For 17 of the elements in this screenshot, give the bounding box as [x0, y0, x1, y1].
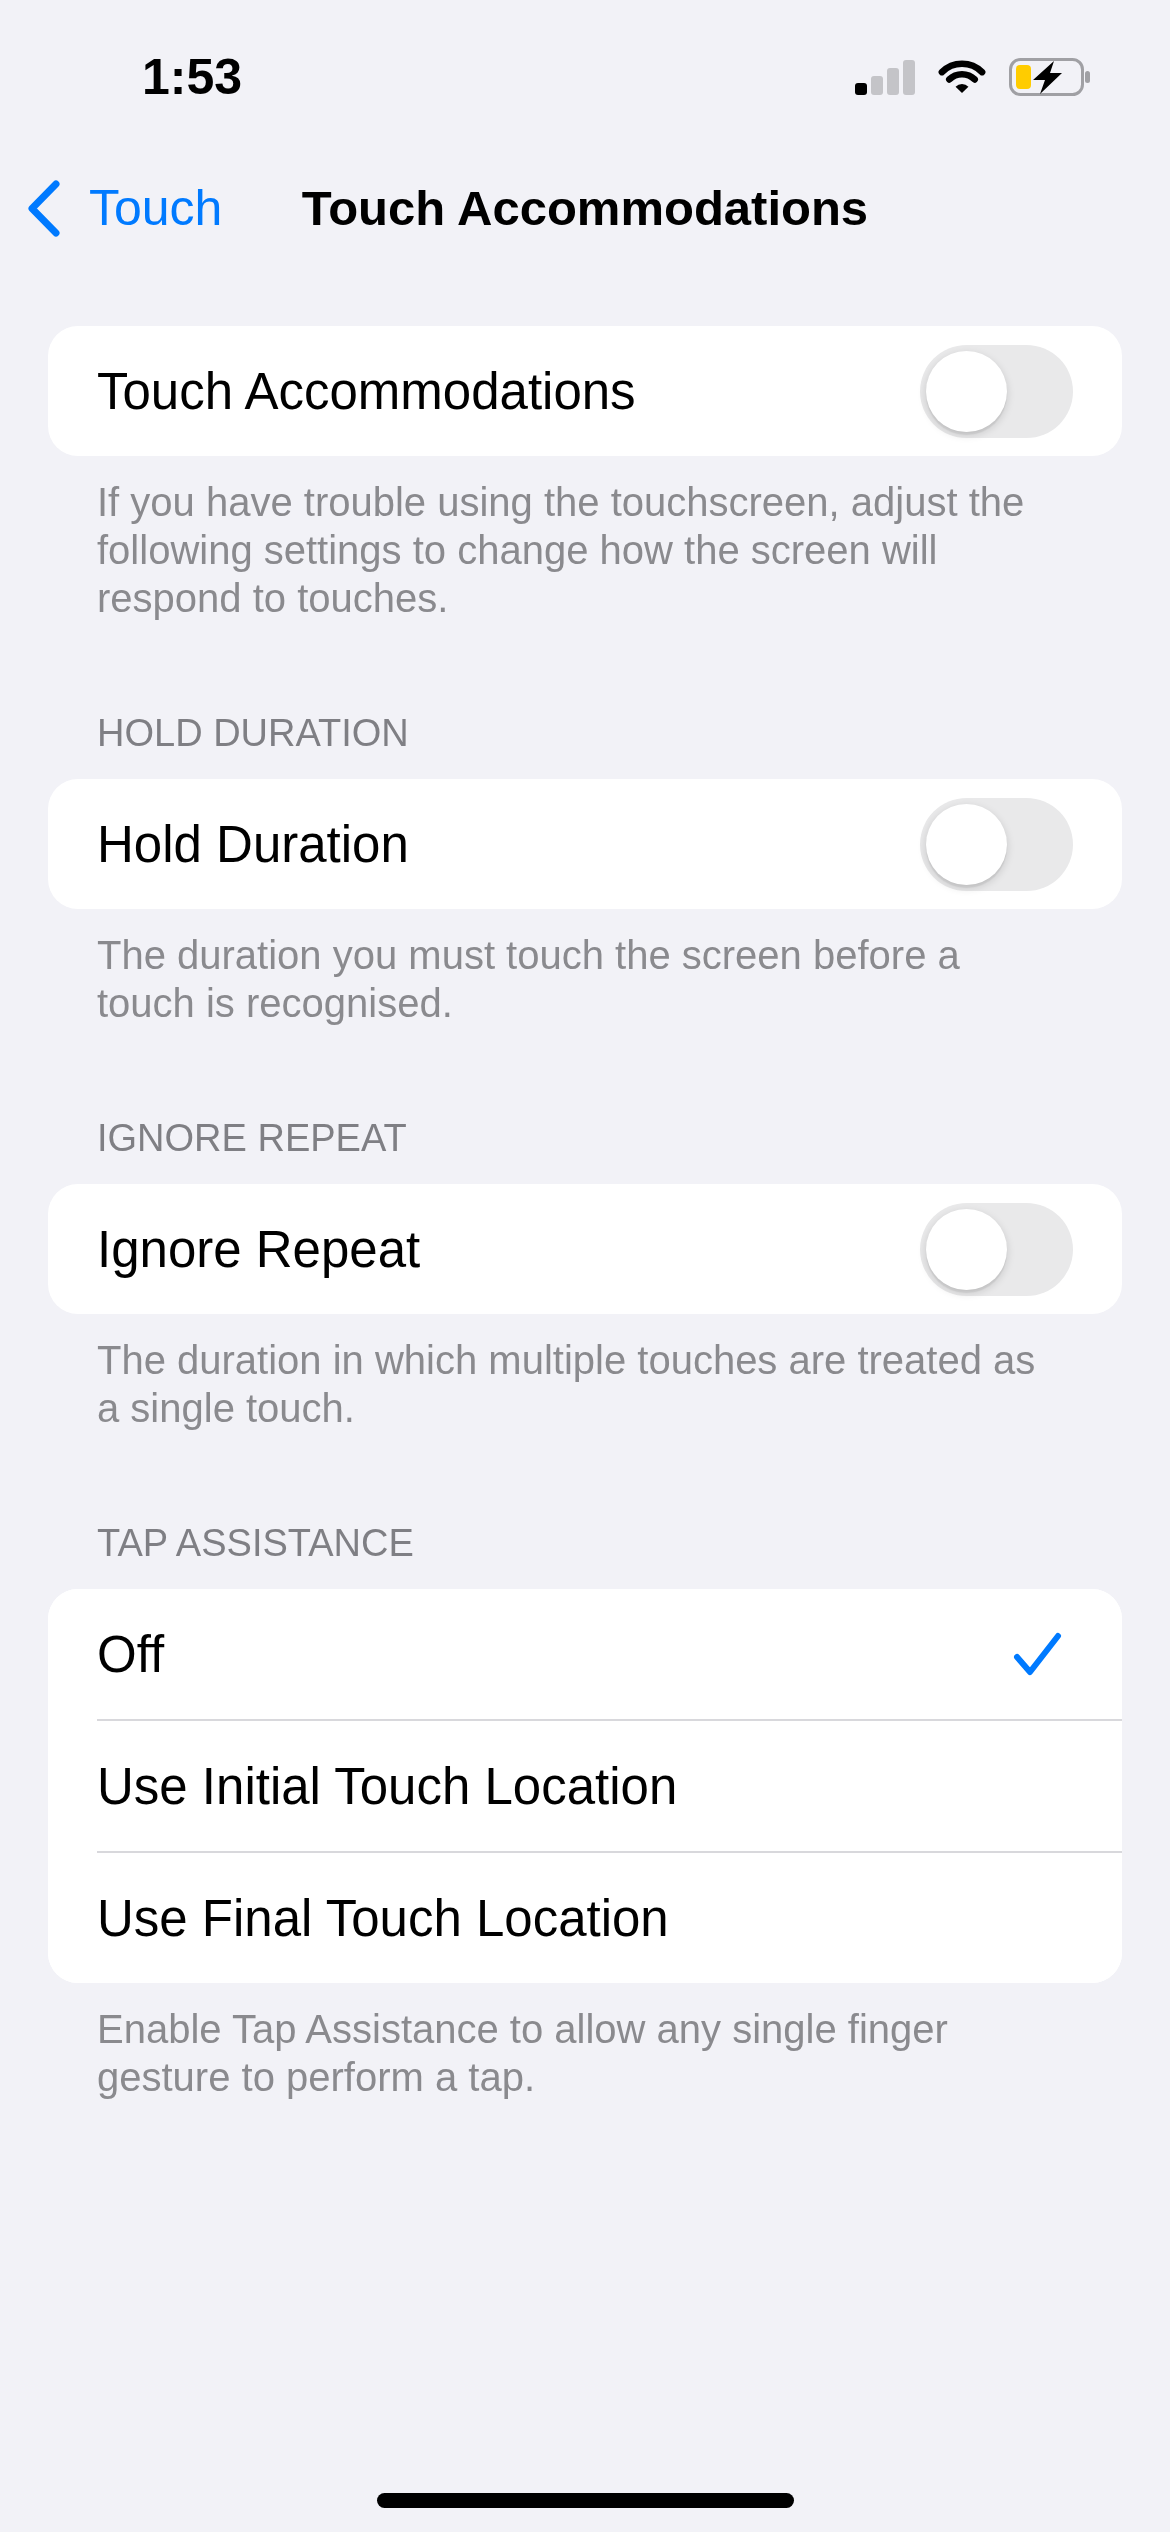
row-label: Ignore Repeat	[97, 1219, 421, 1279]
back-button[interactable]: Touch	[27, 179, 223, 237]
page-title: Touch Accommodations	[301, 180, 869, 236]
row-label: Hold Duration	[97, 814, 409, 874]
row-label: Touch Accommodations	[97, 361, 636, 421]
signal-bars-icon	[855, 59, 915, 95]
status-time: 1:53	[142, 48, 243, 106]
battery-charging-icon	[1009, 58, 1091, 96]
section-footer-note: Enable Tap Assistance to allow any single finger gesture to perform a tap.	[97, 2006, 949, 2101]
section-header: IGNORE REPEAT	[97, 1116, 407, 1161]
section-header: TAP ASSISTANCE	[97, 1521, 414, 1566]
chevron-left-icon	[27, 179, 61, 237]
section-footer-note: The duration you must touch the screen before a touch is recognised.	[97, 932, 961, 1027]
section-footer-note: If you have trouble using the touchscreen, adjust the following settings to change how the screen will respond to touches.	[97, 479, 1026, 622]
section-header: HOLD DURATION	[97, 711, 409, 756]
wifi-icon	[936, 59, 988, 95]
section-footer-note: The duration in which multiple touches are treated as a single touch.	[97, 1337, 1037, 1432]
